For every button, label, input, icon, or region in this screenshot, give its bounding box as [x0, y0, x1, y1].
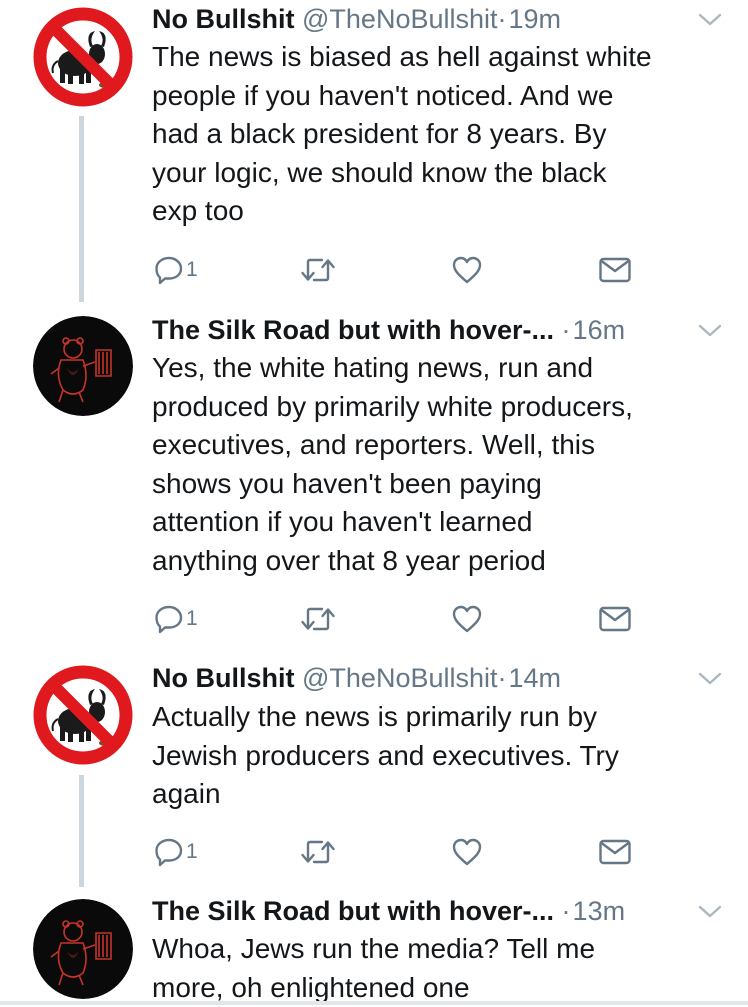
text-line: exp too	[152, 195, 244, 227]
no-bull-sign-icon	[33, 665, 133, 765]
reply-icon	[154, 837, 184, 867]
retweet-button[interactable]	[300, 835, 336, 869]
tweet-3[interactable]: No Bullshit @TheNoBullshit·14m Actually …	[0, 657, 748, 891]
direct-message-button[interactable]	[598, 253, 632, 287]
heart-icon	[451, 255, 483, 285]
text-line: anything over that 8 year period	[152, 544, 546, 576]
text-line: shows you haven't been paying	[152, 467, 542, 499]
tweet-actions: 1	[152, 835, 642, 869]
envelope-icon	[598, 256, 632, 284]
tweet-1[interactable]: No Bullshit @TheNoBullshit·19m The news …	[0, 0, 748, 310]
like-button[interactable]	[451, 253, 483, 287]
tweet-4[interactable]: The Silk Road but with hover-... ·13m Wh…	[0, 891, 748, 1005]
tweet-actions: 1	[152, 602, 642, 636]
tweet-text: Actually the news is primarily run by Je…	[152, 698, 732, 814]
red-bear-avatar	[33, 316, 133, 416]
timestamp[interactable]: 13m	[573, 896, 626, 926]
bottom-divider	[0, 1001, 748, 1005]
retweet-button[interactable]	[300, 253, 336, 287]
retweet-icon	[300, 837, 336, 867]
text-line: The news is biased as hell against white	[152, 41, 652, 72]
text-line: produced by primarily white producers,	[152, 390, 633, 422]
text-line: executives, and reporters. Well, this	[152, 429, 596, 461]
separator-dot: ·	[497, 663, 507, 693]
retweet-icon	[300, 255, 336, 285]
heart-icon	[451, 837, 483, 867]
display-name[interactable]: No Bullshit	[152, 663, 295, 693]
tweet-header: The Silk Road but with hover-... ·16m	[152, 312, 728, 348]
avatar[interactable]	[33, 665, 133, 765]
red-bear-avatar	[33, 899, 133, 999]
display-name[interactable]: No Bullshit	[152, 4, 295, 34]
envelope-icon	[598, 605, 632, 633]
tweet-header: The Silk Road but with hover-... ·13m	[152, 893, 728, 929]
text-line: Actually the news is primarily run by	[152, 701, 598, 732]
text-line: attention if you haven't learned	[152, 506, 533, 538]
separator-dot: ·	[561, 315, 571, 345]
chevron-down-icon[interactable]	[696, 897, 724, 925]
timestamp[interactable]: 16m	[573, 315, 626, 345]
display-name[interactable]: The Silk Road but with hover-...	[152, 315, 554, 345]
reply-count: 1	[186, 840, 198, 863]
thread-line	[79, 775, 84, 887]
display-name[interactable]: The Silk Road but with hover-...	[152, 896, 554, 926]
separator-dot: ·	[497, 4, 507, 34]
tweet-text: Yes, the white hating news, run and prod…	[152, 349, 732, 581]
tweet-text: The news is biased as hell against white…	[152, 38, 732, 231]
reply-count: 1	[186, 258, 198, 281]
user-handle[interactable]: @TheNoBullshit	[302, 4, 498, 34]
reply-button[interactable]: 1	[154, 835, 198, 869]
reply-icon	[154, 255, 184, 285]
tweet-header: No Bullshit @TheNoBullshit·14m	[152, 660, 728, 696]
timestamp[interactable]: 19m	[509, 4, 562, 34]
direct-message-button[interactable]	[598, 602, 632, 636]
retweet-button[interactable]	[300, 602, 336, 636]
like-button[interactable]	[451, 602, 483, 636]
text-line: Jewish producers and executives. Try	[152, 739, 619, 771]
chevron-down-icon[interactable]	[696, 664, 724, 692]
tweet-2[interactable]: The Silk Road but with hover-... ·16m Ye…	[0, 310, 748, 655]
text-line: again	[152, 778, 221, 810]
user-handle[interactable]: @TheNoBullshit	[302, 663, 498, 693]
text-line: Whoa, Jews run the media? Tell me	[152, 933, 596, 964]
direct-message-button[interactable]	[598, 835, 632, 869]
reply-icon	[154, 604, 184, 634]
avatar[interactable]	[33, 7, 133, 107]
heart-icon	[451, 604, 483, 634]
timestamp[interactable]: 14m	[509, 663, 562, 693]
avatar[interactable]	[33, 316, 133, 416]
text-line: people if you haven't noticed. And we	[152, 79, 614, 111]
tweet-actions: 1	[152, 253, 642, 287]
thread-line	[79, 116, 84, 302]
reply-count: 1	[186, 607, 198, 630]
separator-dot: ·	[561, 896, 571, 926]
text-line: your logic, we should know the black	[152, 156, 607, 188]
tweet-header: No Bullshit @TheNoBullshit·19m	[152, 1, 728, 37]
tweet-text: Whoa, Jews run the media? Tell me more, …	[152, 930, 732, 1007]
chevron-down-icon[interactable]	[696, 316, 724, 344]
reply-button[interactable]: 1	[154, 602, 198, 636]
like-button[interactable]	[451, 835, 483, 869]
text-line: had a black president for 8 years. By	[152, 118, 607, 150]
envelope-icon	[598, 838, 632, 866]
text-line: Yes, the white hating news, run and	[152, 352, 594, 383]
no-bull-sign-icon	[33, 7, 133, 107]
chevron-down-icon[interactable]	[696, 5, 724, 33]
avatar[interactable]	[33, 899, 133, 999]
reply-button[interactable]: 1	[154, 253, 198, 287]
retweet-icon	[300, 604, 336, 634]
